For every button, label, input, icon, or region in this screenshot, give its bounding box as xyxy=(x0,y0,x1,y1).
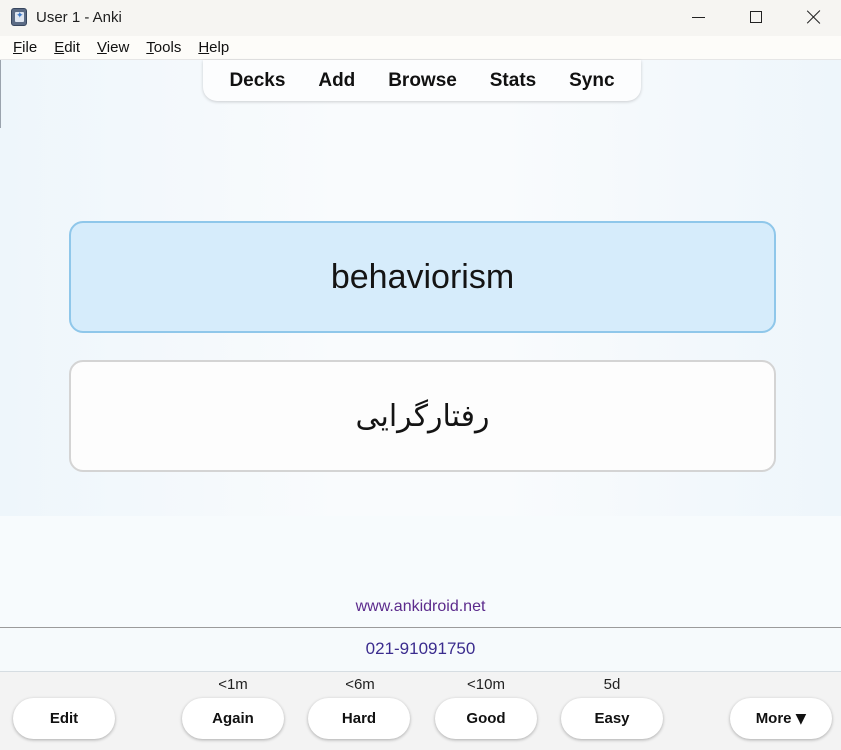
close-icon xyxy=(807,10,821,24)
again-button[interactable]: Again xyxy=(182,698,284,739)
anki-app-icon xyxy=(11,8,27,26)
top-toolbar: Decks Add Browse Stats Sync xyxy=(203,60,641,101)
website-text: www.ankidroid.net xyxy=(355,598,486,615)
card-back: رفتارگرایی xyxy=(69,360,776,472)
toolbar-decks-link[interactable]: Decks xyxy=(229,70,285,92)
good-button[interactable]: Good xyxy=(435,698,537,739)
minimize-icon xyxy=(691,16,705,18)
hard-button[interactable]: Hard xyxy=(308,698,410,739)
window-edge xyxy=(0,60,1,128)
card-front-text: behaviorism xyxy=(330,257,515,296)
card-front: behaviorism xyxy=(69,221,776,333)
toolbar-sync-link[interactable]: Sync xyxy=(569,70,614,92)
toolbar-stats-link[interactable]: Stats xyxy=(490,70,536,92)
answer-bar xyxy=(0,672,841,750)
menu-bar: File Edit View Tools Help xyxy=(0,36,841,60)
menu-help[interactable]: Help xyxy=(198,39,229,56)
maximize-button[interactable] xyxy=(727,0,785,34)
again-interval: <1m xyxy=(218,676,248,693)
hard-interval: <6m xyxy=(345,676,375,693)
close-button[interactable] xyxy=(785,0,841,34)
menu-edit[interactable]: Edit xyxy=(54,39,80,56)
menu-file[interactable]: File xyxy=(13,39,37,56)
more-button[interactable]: More ▼ xyxy=(730,698,832,739)
edit-button[interactable]: Edit xyxy=(13,698,115,739)
menu-tools[interactable]: Tools xyxy=(146,39,181,56)
card-back-text: رفتارگرایی xyxy=(355,398,490,434)
toolbar-add-link[interactable]: Add xyxy=(318,70,355,92)
menu-view[interactable]: View xyxy=(97,39,129,56)
dropdown-arrow-icon: ▼ xyxy=(795,710,807,727)
window-title: User 1 - Anki xyxy=(36,9,122,26)
easy-button[interactable]: Easy xyxy=(561,698,663,739)
phone-text: 021-91091750 xyxy=(365,639,476,658)
good-interval: <10m xyxy=(467,676,505,693)
maximize-icon xyxy=(750,11,762,23)
toolbar-browse-link[interactable]: Browse xyxy=(388,70,457,92)
easy-interval: 5d xyxy=(603,676,621,693)
title-bar: User 1 - Anki xyxy=(0,0,841,36)
minimize-button[interactable] xyxy=(669,0,727,34)
